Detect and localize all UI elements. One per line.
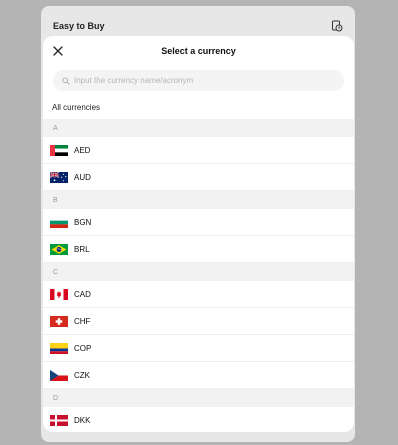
search-input[interactable]	[74, 76, 334, 85]
currency-row-brl[interactable]: BRL	[43, 236, 354, 263]
section-label: All currencies	[52, 103, 101, 112]
search-icon	[62, 76, 70, 85]
currency-select-modal: Select a currency All currencies A AED	[43, 36, 354, 432]
currency-row-aud[interactable]: AUD	[43, 164, 354, 191]
app-header: Easy to Buy	[53, 15, 343, 37]
app-title: Easy to Buy	[53, 21, 105, 31]
flag-canada-icon	[50, 288, 68, 300]
modal-header: Select a currency	[43, 36, 354, 66]
flag-denmark-icon	[50, 415, 68, 426]
currency-code: COP	[74, 343, 92, 353]
search-box[interactable]	[53, 70, 344, 91]
currency-list: A AED AUD B BGN BRL C CAD CHF COP CZK D …	[43, 119, 354, 432]
currency-code: CZK	[74, 370, 90, 380]
currency-row-cad[interactable]: CAD	[43, 281, 354, 308]
flag-switzerland-icon	[50, 315, 68, 327]
currency-row-chf[interactable]: CHF	[43, 308, 354, 335]
close-icon[interactable]	[51, 44, 64, 57]
currency-row-czk[interactable]: CZK	[43, 362, 354, 389]
currency-code: CAD	[74, 289, 91, 299]
group-header-d: D	[43, 389, 354, 407]
flag-bulgaria-icon	[50, 216, 68, 228]
group-header-b: B	[43, 191, 354, 209]
currency-row-dkk[interactable]: DKK	[43, 407, 354, 432]
flag-colombia-icon	[50, 342, 68, 354]
currency-code: AUD	[74, 172, 91, 182]
group-header-a: A	[43, 119, 354, 137]
currency-code: CHF	[74, 316, 91, 326]
modal-title: Select a currency	[161, 46, 236, 56]
flag-brazil-icon	[50, 243, 68, 255]
currency-row-bgn[interactable]: BGN	[43, 209, 354, 236]
currency-row-aed[interactable]: AED	[43, 137, 354, 164]
clock-history-icon[interactable]	[331, 20, 343, 32]
flag-czech-icon	[50, 369, 68, 381]
flag-uae-icon	[50, 144, 68, 156]
currency-code: AED	[74, 145, 91, 155]
currency-row-cop[interactable]: COP	[43, 335, 354, 362]
currency-code: DKK	[74, 416, 91, 425]
currency-code: BGN	[74, 217, 92, 227]
flag-australia-icon	[50, 171, 68, 183]
group-header-c: C	[43, 263, 354, 281]
currency-code: BRL	[74, 244, 90, 254]
